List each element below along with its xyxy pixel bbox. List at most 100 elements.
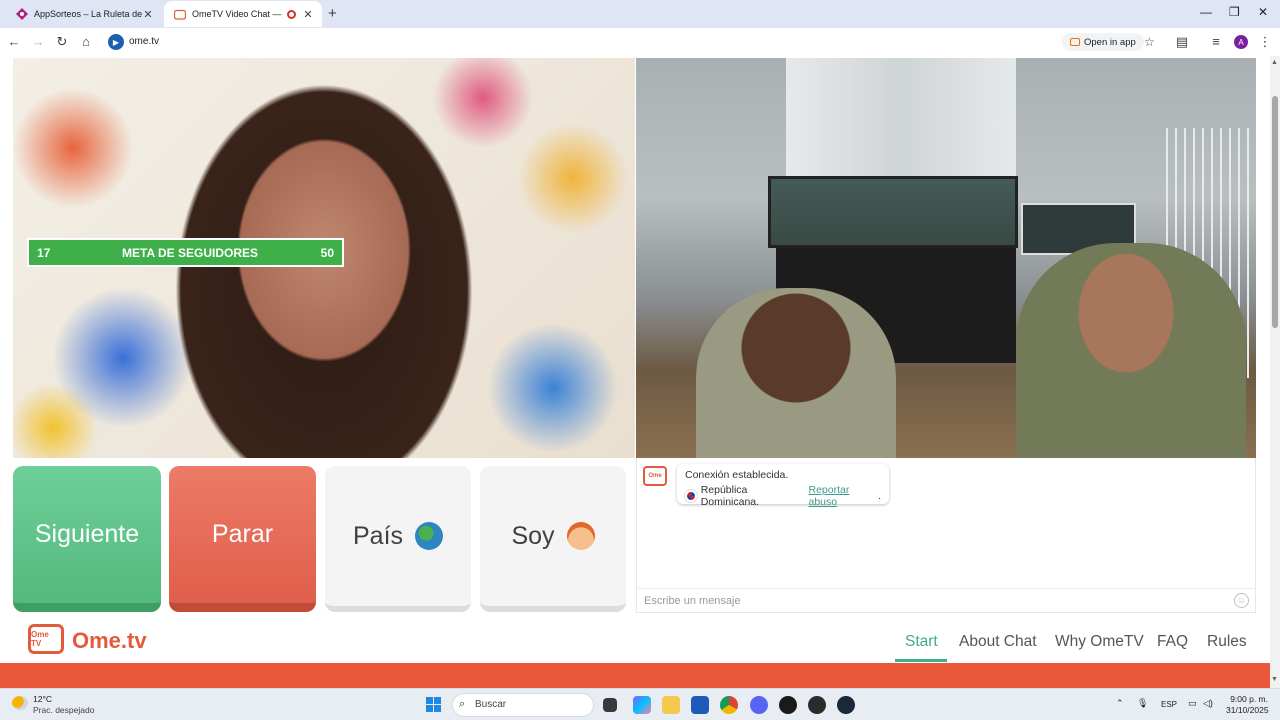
remote-video-person [1016, 243, 1246, 458]
site-navigation: Ome TV Ome.tv Start About Chat Why OmeTV… [0, 621, 1270, 663]
connection-status: Conexión establecida. [685, 469, 789, 481]
taskbar-search-label: Buscar [475, 699, 507, 710]
gender-button-label: Soy [511, 521, 555, 550]
obs-icon[interactable] [808, 696, 826, 714]
copilot-icon[interactable] [633, 696, 651, 714]
chrome-icon[interactable] [720, 696, 738, 714]
appsorteos-favicon-icon [16, 8, 28, 20]
close-tab-icon[interactable]: ✕ [142, 8, 154, 21]
scroll-thumb[interactable] [1272, 96, 1278, 328]
clock-time: 9:00 p. m. [1230, 694, 1268, 704]
ometv-page: 17 META DE SEGUIDORES 50 Siguiente Parar… [0, 56, 1270, 688]
nav-faq[interactable]: FAQ [1157, 633, 1188, 651]
reload-icon[interactable]: ↻ [54, 34, 70, 50]
follower-goal-overlay: 17 META DE SEGUIDORES 50 [27, 238, 344, 267]
weather-temperature: 12°C [33, 694, 52, 704]
app-icon[interactable] [779, 696, 797, 714]
start-menu-icon[interactable] [426, 697, 441, 712]
brand-logo-text: Ome TV [31, 630, 49, 648]
ometv-favicon-icon [174, 8, 186, 20]
open-in-app-button[interactable]: Open in app [1062, 33, 1144, 51]
browser-tab-strip: AppSorteos – La Ruleta de la Su ✕ OmeTV … [0, 0, 1280, 28]
profile-avatar[interactable]: A [1234, 35, 1248, 49]
taskbar-clock[interactable]: 9:00 p. m. 31/10/2025 [1226, 694, 1269, 716]
volume-icon[interactable]: ◁) [1203, 698, 1213, 709]
dominican-flag-icon [685, 490, 697, 502]
steam-icon[interactable] [837, 696, 855, 714]
active-nav-underline [895, 659, 947, 662]
gender-button[interactable]: Soy [480, 466, 626, 612]
forward-icon[interactable]: → [30, 34, 46, 49]
tab-title: OmeTV Video Chat — Ome [192, 9, 283, 19]
taskbar: 12°C Prac. despejado ⌕ Buscar ⌃ 🎙 ESP ▭ … [0, 688, 1280, 720]
search-icon: ⌕ [459, 698, 466, 710]
country-button[interactable]: País [325, 466, 471, 612]
tab-title: AppSorteos – La Ruleta de la Su [34, 9, 142, 19]
partner-country: República Dominicana. [700, 484, 760, 508]
back-icon[interactable]: ← [6, 34, 22, 49]
browser-toolbar: ← → ↻ ⌂ ▶ ome.tv Open in app ☆ ▤ ≡ A ⋮ [0, 28, 1280, 56]
report-abuse-link[interactable]: Reportar abuso [808, 484, 878, 508]
local-video: 17 META DE SEGUIDORES 50 [13, 58, 635, 458]
brand-logo-icon[interactable]: Ome TV [28, 624, 64, 654]
message-placeholder: Escribe un mensaje [644, 595, 741, 607]
tab-ometv[interactable]: OmeTV Video Chat — Ome ✕ [164, 1, 322, 27]
network-icon[interactable]: ▭ [1188, 698, 1197, 709]
hero-banner [0, 663, 1270, 688]
home-icon[interactable]: ⌂ [78, 34, 94, 49]
open-in-app-label: Open in app [1084, 36, 1136, 48]
open-app-icon [1070, 38, 1080, 46]
reading-list-icon[interactable]: ≡ [1208, 34, 1224, 49]
nav-start[interactable]: Start [905, 633, 938, 651]
chat-panel: Ome Conexión establecida. República Domi… [636, 458, 1257, 613]
remote-video-aquarium [768, 176, 1018, 248]
bookmark-star-icon[interactable]: ☆ [1144, 35, 1155, 49]
restore-icon[interactable]: ❐ [1229, 5, 1240, 19]
goal-current: 17 [37, 245, 51, 260]
message-input[interactable]: Escribe un mensaje ☺ [637, 588, 1257, 613]
new-tab-icon[interactable]: + [328, 5, 337, 22]
goal-target: 50 [320, 245, 334, 260]
language-indicator[interactable]: ESP [1161, 700, 1177, 709]
next-button-label: Siguiente [34, 520, 140, 548]
taskbar-search[interactable]: ⌕ Buscar [452, 693, 594, 717]
screen: AppSorteos – La Ruleta de la Su ✕ OmeTV … [0, 0, 1280, 720]
nav-about-chat[interactable]: About Chat [959, 633, 1037, 651]
remote-video [636, 58, 1256, 458]
url-text: ome.tv [129, 36, 160, 47]
media-control-icon[interactable]: ▤ [1174, 34, 1190, 50]
close-tab-icon[interactable]: ✕ [302, 8, 314, 21]
clock-date: 31/10/2025 [1226, 705, 1269, 715]
nav-rules[interactable]: Rules [1207, 633, 1247, 651]
task-view-icon[interactable] [603, 698, 617, 712]
report-suffix: . [878, 490, 881, 502]
nav-why-ometv[interactable]: Why OmeTV [1055, 633, 1144, 651]
stop-button[interactable]: Parar [169, 466, 316, 612]
remote-video-curtain [786, 58, 1016, 178]
file-explorer-icon[interactable] [662, 696, 680, 714]
system-message: Conexión establecida. República Dominica… [677, 464, 889, 508]
ometv-logo-icon: Ome [643, 466, 667, 486]
store-icon[interactable] [691, 696, 709, 714]
minimize-icon[interactable]: — [1200, 5, 1212, 19]
microphone-icon[interactable]: 🎙 [1137, 698, 1148, 709]
address-bar[interactable]: ▶ ome.tv Open in app ☆ [104, 31, 1166, 53]
country-button-label: País [352, 521, 404, 550]
goal-label: META DE SEGUIDORES [122, 245, 259, 260]
browser-menu-icon[interactable]: ⋮ [1257, 34, 1273, 50]
boy-face-icon [566, 522, 595, 550]
scroll-down-icon[interactable]: ▼ [1271, 676, 1278, 683]
weather-condition: Prac. despejado [33, 705, 95, 715]
next-button[interactable]: Siguiente [13, 466, 161, 612]
discord-icon[interactable] [750, 696, 768, 714]
brand-name[interactable]: Ome.tv [72, 628, 147, 654]
scroll-up-icon[interactable]: ▲ [1271, 59, 1278, 66]
close-window-icon[interactable]: ✕ [1258, 5, 1268, 19]
emoji-picker-icon[interactable]: ☺ [1234, 593, 1249, 608]
show-hidden-icons-icon[interactable]: ⌃ [1116, 698, 1124, 709]
remote-video-person [696, 288, 896, 458]
tab-appsorteos[interactable]: AppSorteos – La Ruleta de la Su ✕ [6, 1, 162, 27]
page-scrollbar[interactable]: ▲ ▼ [1270, 56, 1280, 688]
weather-icon[interactable] [12, 696, 28, 710]
site-info-icon[interactable]: ▶ [108, 34, 124, 50]
